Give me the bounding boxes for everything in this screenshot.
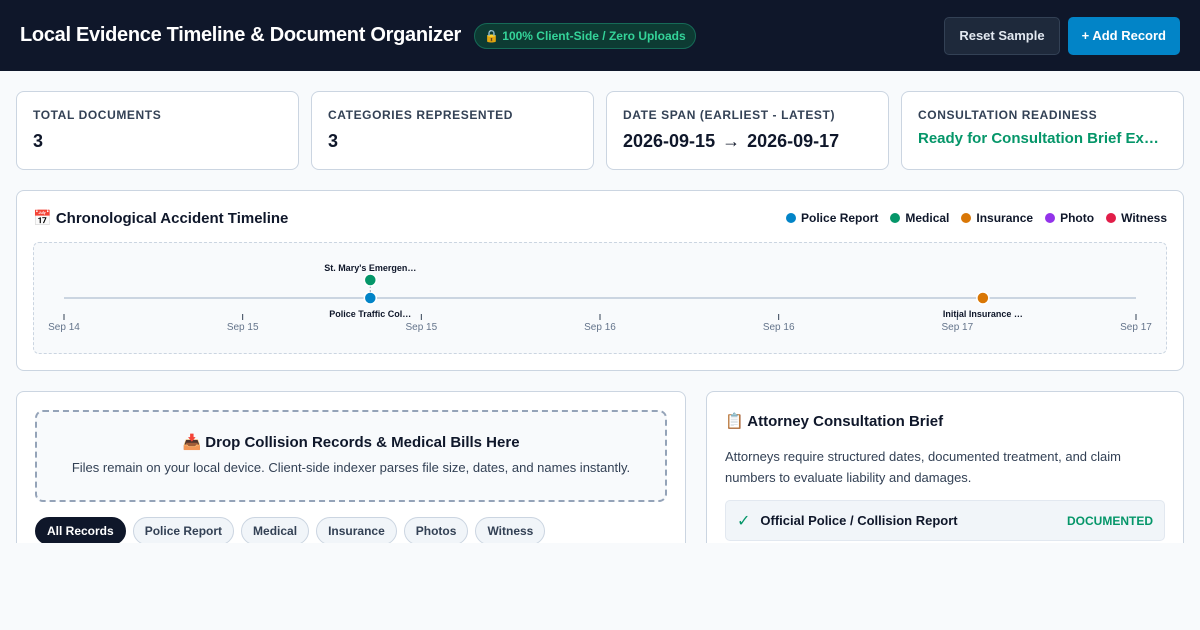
legend-label: Medical [905,211,950,225]
stat-card-categories: Categories Represented 3 [311,91,594,170]
stat-label: Consultation Readiness [918,108,1098,122]
timeline-event-label: Initial Insurance … [943,309,1023,319]
timeline-title: 📅 Chronological Accident Timeline [33,210,289,227]
timeline-event-marker [976,291,990,305]
date-span-start: 2026-09-15 [623,131,716,151]
stat-value: 3 [33,131,44,151]
timeline-area: Sep 14 Sep 15 Sep 15 Sep 16 Sep 16 Sep 17 Sep … [33,242,1167,354]
brief-item-status: DOCUMENTED [1067,513,1153,528]
brief-title: 📋 Attorney Consultation Brief [725,413,944,430]
filter-chip[interactable]: Photos [403,517,469,545]
legend-label: Photo [1060,211,1095,225]
stat-label: Categories Represented [328,108,514,122]
stat-card-total-documents: Total Documents 3 [16,91,299,170]
stat-card-date-span: Date Span (Earliest - Latest) 2026-09-15… [606,91,889,170]
tick-label: Sep 17 [941,322,973,333]
check-icon: ✓ [737,512,751,530]
legend-item: Insurance [961,211,1033,225]
stat-card-readiness: Consultation Readiness Ready for Consult… [901,91,1184,170]
date-span-value: 2026-09-15 → 2026-09-17 [623,131,872,152]
header-actions: Reset Sample + Add Record [944,16,1180,55]
tick-label: Sep 15 [227,322,259,333]
legend-item: Witness [1106,211,1167,225]
stat-value: 3 [328,131,339,151]
timeline-legend: Police Report Medical Insurance Photo Witnes… [786,211,1167,225]
legend-item: Medical [890,211,949,225]
legend-item: Photo [1045,211,1094,225]
legend-dot-icon [890,213,901,223]
legend-item: Police Report [786,211,878,225]
brief-item-label: Official Police / Collision Report [760,513,958,528]
brief-card: 📋 Attorney Consultation Brief Attorneys … [706,391,1184,551]
page-background [0,543,1200,630]
legend-dot-icon [1106,213,1117,223]
filter-chips: All Records Police Report Medical Insurance… [35,517,546,545]
date-span-end: 2026-09-17 [747,131,840,151]
timeline-event-label: Police Traffic Col… [329,309,411,319]
filter-chip[interactable]: Police Report [132,517,235,545]
tick-label: Sep 14 [48,322,80,333]
legend-dot-icon [961,213,972,223]
timeline-event-marker [363,273,378,287]
reset-sample-button[interactable]: Reset Sample [944,16,1060,55]
timeline-chart: Sep 14 Sep 15 Sep 15 Sep 16 Sep 16 Sep 17 Sep … [48,263,1152,333]
dropzone-subtitle: Files remain on your local device. Clien… [71,460,631,475]
stat-label: Date Span (Earliest - Latest) [623,108,836,122]
filter-chip[interactable]: Insurance [316,517,397,545]
tick-label: Sep 17 [1120,322,1152,333]
add-record-button[interactable]: + Add Record [1067,16,1180,55]
tick-label: Sep 15 [405,322,437,333]
timeline-event-marker [363,291,378,305]
tick-label: Sep 16 [763,322,795,333]
filter-chip[interactable]: Medical [241,517,310,545]
filter-chip[interactable]: Witness [475,517,546,545]
app-header: Local Evidence Timeline & Document Organ… [0,0,1200,71]
tick-label: Sep 16 [584,322,616,333]
stat-label: Total Documents [33,108,162,122]
brief-checklist-item: ✓ Official Police / Collision Report DOC… [725,500,1165,541]
upload-card: 📥 Drop Collision Records & Medical Bills… [16,391,686,551]
readiness-status: Ready for Consultation Brief Ex… [918,130,1159,147]
timeline-event-label: St. Mary's Emergen… [324,263,416,273]
brief-description: Attorneys require structured dates, docu… [725,449,1121,485]
file-dropzone[interactable]: 📥 Drop Collision Records & Medical Bills… [35,410,667,502]
timeline-card: 📅 Chronological Accident Timeline Police… [16,190,1184,371]
dropzone-title: 📥 Drop Collision Records & Medical Bills… [182,434,520,451]
legend-label: Police Report [801,211,879,225]
legend-label: Insurance [976,211,1034,225]
legend-dot-icon [786,213,797,223]
arrow-right-icon: → [722,131,741,151]
filter-chip[interactable]: All Records [35,517,126,545]
app-title: Local Evidence Timeline & Document Organ… [20,24,461,46]
privacy-badge: 🔒 100% Client-Side / Zero Uploads [474,22,696,49]
legend-dot-icon [1045,213,1056,223]
legend-label: Witness [1121,211,1167,225]
